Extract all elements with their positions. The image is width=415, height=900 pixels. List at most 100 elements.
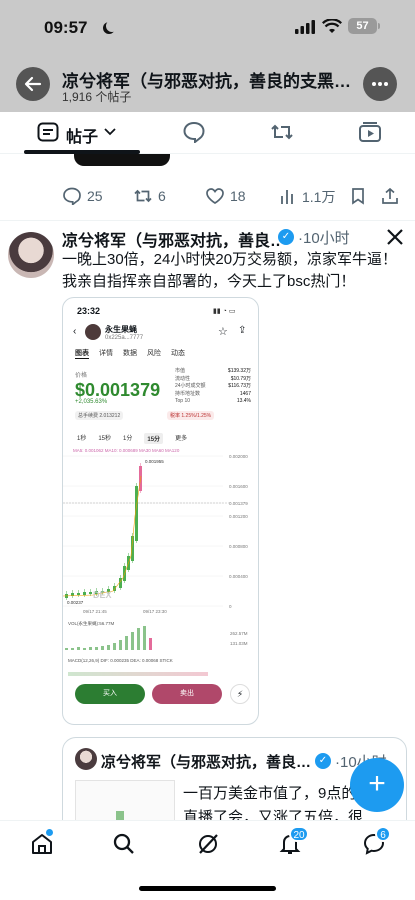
wifi-icon <box>322 19 342 33</box>
image-stat-row: Top 10 13.4% <box>175 398 251 406</box>
image-y-tick: 0.001600 <box>229 484 248 489</box>
image-interval: 1秒 <box>77 436 87 442</box>
image-tab: 详情 <box>99 350 113 357</box>
image-stat-row: 市值 $139.32万 <box>175 368 251 376</box>
tab-media-icon[interactable] <box>358 121 382 143</box>
image-stat-value: $10.79万 <box>230 375 251 382</box>
chevron-down-icon[interactable] <box>104 128 116 136</box>
image-stat-row: 24小时成交额 $116.73万 <box>175 383 251 391</box>
like-count: 18 <box>230 188 246 204</box>
posts-icon <box>37 122 59 142</box>
search-icon[interactable] <box>112 832 136 856</box>
image-volume-bar <box>131 632 134 650</box>
image-stats: 市值 $139.32万流动性 $10.79万 24小时成交额 $116.73万 持币地址数… <box>175 368 251 406</box>
image-status-time: 23:32 <box>77 306 101 316</box>
image-tab: 动态 <box>171 350 185 357</box>
quoted-author-name: 凉兮将军（与邪恶对抗，善良… <box>101 754 312 771</box>
messages-badge: 6 <box>375 826 391 842</box>
image-volume-bar <box>125 636 128 650</box>
image-stat-label: 流动性 <box>175 375 191 382</box>
image-buy-button: 买入 <box>75 684 145 704</box>
previous-post-media <box>74 154 170 166</box>
ellipsis-icon <box>372 82 388 86</box>
share-icon[interactable] <box>381 187 399 205</box>
post-image[interactable]: 23:32 ▮▮ ◔ ▭ ‹ 永生果蝇 0x225a...7777 ☆ ⇪ 图表… <box>62 297 259 725</box>
image-interval: 15秒 <box>98 436 112 442</box>
image-stat-label: 市值 <box>175 368 186 374</box>
image-volume-bar <box>113 643 116 650</box>
image-volume-bar <box>71 648 74 650</box>
image-interval: 更多 <box>175 436 188 442</box>
tab-replies-icon[interactable] <box>182 121 206 143</box>
image-share-icon: ⇪ <box>238 325 247 336</box>
like-button[interactable]: 18 <box>205 187 246 205</box>
image-intervals: 1秒 15秒 1分 15分 更多 <box>77 433 187 444</box>
image-x-tick: 09/17 21:45 <box>83 609 107 614</box>
image-price-label: 价格 <box>75 373 88 379</box>
tab-bar <box>0 112 415 154</box>
post-time[interactable]: ·10小时 <box>298 227 350 248</box>
avatar[interactable] <box>8 232 54 278</box>
image-stat-label: Top 10 <box>175 398 191 404</box>
image-tab: 数据 <box>123 350 137 357</box>
image-volume-bar <box>149 638 152 650</box>
views-button[interactable]: 1.1万 <box>279 187 335 207</box>
image-stat-value: $139.32万 <box>227 368 251 374</box>
image-back-icon: ‹ <box>73 326 77 337</box>
image-stat-value: 13.4% <box>236 398 251 404</box>
image-volume-bar <box>137 628 140 650</box>
image-volume-bar <box>83 648 86 650</box>
status-time: 09:57 <box>44 18 88 37</box>
image-volume-bar <box>107 645 110 650</box>
bookmark-icon[interactable] <box>349 187 367 205</box>
image-watermark: DEX <box>93 590 112 600</box>
author-name[interactable]: 凉兮将军（与邪恶对抗，善良… <box>62 227 280 251</box>
image-macd-label: MACD(12,26,9) DIF: 0.000235 DEA: 0.00068… <box>68 658 173 663</box>
tab-posts[interactable]: 帖子 <box>66 123 98 147</box>
image-volume-bar <box>95 647 98 650</box>
post-text: 一晚上30倍，24小时快20万交易额，凉家军牛逼！我亲自指挥亲自部署的，今天上了… <box>62 251 398 290</box>
image-volume-bar <box>77 647 80 650</box>
image-token-avatar <box>85 324 101 340</box>
notifications-badge: 20 <box>289 826 309 842</box>
image-token-name: 永生果蝇 <box>105 325 137 334</box>
image-stat-row: 持币地址数 1467 <box>175 391 251 399</box>
home-dot-badge <box>46 829 53 836</box>
image-price-change: +2,035.63% <box>75 399 108 405</box>
image-y-tick: 0.002000 <box>229 454 248 459</box>
image-candle <box>77 593 80 595</box>
image-candle <box>89 592 92 594</box>
more-options-button[interactable] <box>363 67 397 101</box>
reply-button[interactable]: 25 <box>62 187 103 205</box>
tab-reposts-icon[interactable] <box>270 121 294 143</box>
image-y-tick: 0.000800 <box>229 544 248 549</box>
image-ma-line <box>63 475 142 597</box>
image-star-icon: ☆ <box>218 326 228 338</box>
quoted-text-line: 一百万美金市值了，9点的 <box>183 785 357 802</box>
image-y-tick: 0 <box>229 604 232 609</box>
repost-button[interactable]: 6 <box>133 187 166 205</box>
compose-button[interactable]: + <box>350 758 404 812</box>
image-candle <box>83 592 86 595</box>
divider <box>0 220 415 221</box>
back-button[interactable] <box>16 67 50 101</box>
image-volume-bar <box>101 646 104 650</box>
home-indicator <box>139 886 276 891</box>
grok-nav-icon[interactable] <box>196 832 220 856</box>
image-y-tick: 0.000400 <box>229 574 248 579</box>
quoted-verified-icon: ✓ <box>315 753 331 769</box>
views-count: 1.1万 <box>302 189 336 205</box>
image-stat-row: 流动性 $10.79万 <box>175 376 251 384</box>
views-chart-icon <box>281 190 293 204</box>
image-fee-chip: 总手续费 2.013212 <box>75 411 124 420</box>
image-stat-label: 持币地址数 <box>175 390 201 397</box>
image-volume-bar <box>89 647 92 650</box>
reply-count: 25 <box>87 188 103 204</box>
signal-icon <box>295 20 315 34</box>
grok-icon[interactable] <box>386 228 404 246</box>
image-token-address: 0x225a...7777 <box>105 335 144 341</box>
image-high-label: 0.001955 <box>145 459 164 464</box>
image-price: $0.001379 <box>75 380 161 400</box>
image-x-tick: 09/17 23:30 <box>143 609 167 614</box>
image-volume-bar <box>65 648 68 650</box>
